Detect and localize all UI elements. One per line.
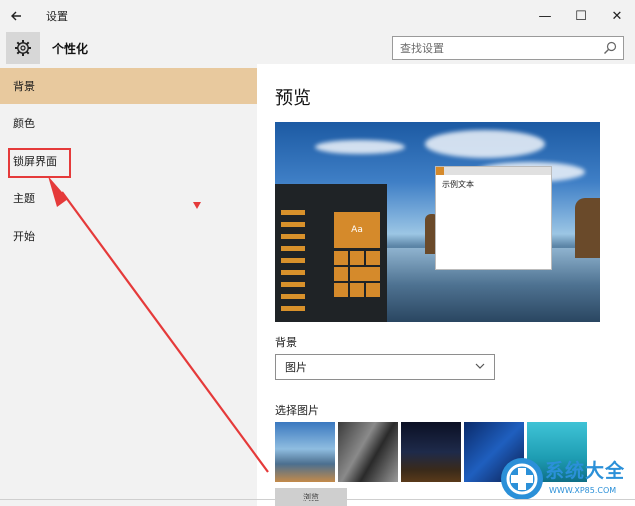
choose-picture-label: 选择图片 (275, 404, 319, 417)
start-line (281, 246, 305, 251)
chevron-down-icon (475, 363, 485, 369)
minimize-button[interactable]: — (527, 0, 563, 32)
preview-tile (350, 283, 364, 297)
sidebar-item-label: 背景 (13, 80, 35, 93)
sidebar-item-label: 主题 (13, 192, 35, 205)
start-line (281, 210, 305, 215)
background-label: 背景 (275, 336, 297, 349)
picture-thumbnail-2[interactable] (338, 422, 398, 482)
sidebar-item-label: 开始 (13, 230, 35, 243)
start-line (281, 234, 305, 239)
annotation-highlight-box (8, 148, 71, 178)
search-input[interactable] (393, 41, 593, 55)
maximize-button[interactable]: ☐ (563, 0, 599, 32)
preview-tile (350, 251, 364, 265)
back-button[interactable] (0, 0, 32, 32)
start-line (281, 294, 305, 299)
preview-sample-window: 示例文本 (435, 166, 552, 270)
preview-tile (334, 267, 348, 281)
cursor-marker-icon (193, 202, 201, 209)
preview-window-bar (436, 167, 551, 175)
settings-header: 个性化 (0, 32, 635, 64)
sidebar-item-themes[interactable]: 主题 (0, 180, 257, 216)
search-box[interactable] (392, 36, 624, 60)
sidebar-item-label: 颜色 (13, 117, 35, 130)
picture-thumbnail-1[interactable] (275, 422, 335, 482)
main-content: 预览 Aa 示例文本 背景 图片 选择图片 浏览 (257, 64, 635, 506)
gear-icon (15, 40, 31, 56)
close-button[interactable]: ✕ (599, 0, 635, 32)
preview-sample-text: 示例文本 (442, 180, 474, 189)
page-title: 个性化 (52, 42, 89, 56)
picture-thumbnail-3[interactable] (401, 422, 461, 482)
sidebar-item-colors[interactable]: 颜色 (0, 105, 257, 141)
watermark-globe-icon (501, 458, 543, 500)
watermark-url: WWW.XP85.COM (549, 486, 617, 495)
sidebar: 背景 颜色 锁屏界面 主题 开始 (0, 64, 257, 506)
preview-tile (334, 283, 348, 297)
watermark-text: 系统大全 (545, 460, 626, 482)
preview-image: Aa 示例文本 (275, 122, 600, 322)
preview-window-accent (436, 167, 444, 175)
start-line (281, 306, 305, 311)
preview-cloud (315, 140, 405, 154)
browse-button[interactable]: 浏览 (275, 488, 347, 506)
sidebar-item-start[interactable]: 开始 (0, 218, 257, 254)
back-arrow-icon (11, 11, 21, 21)
preview-start-menu: Aa (275, 184, 387, 322)
preview-tile-large: Aa (334, 212, 380, 248)
preview-tile (350, 267, 380, 281)
background-select[interactable]: 图片 (275, 354, 495, 380)
bottom-divider (0, 499, 635, 500)
start-line (281, 282, 305, 287)
preview-tile (366, 283, 380, 297)
search-icon[interactable] (603, 41, 617, 55)
watermark-logo: 系统大全 WWW.XP85.COM (497, 452, 635, 506)
start-line (281, 270, 305, 275)
background-select-value: 图片 (285, 361, 307, 374)
preview-rock (575, 198, 600, 258)
start-line (281, 258, 305, 263)
preview-cloud (425, 130, 545, 158)
preview-tile (366, 251, 380, 265)
app-title: 设置 (46, 10, 68, 23)
preview-tile (334, 251, 348, 265)
sidebar-item-background[interactable]: 背景 (0, 68, 257, 104)
title-bar: 设置 — ☐ ✕ (0, 0, 635, 32)
window-controls: — ☐ ✕ (527, 0, 635, 32)
preview-heading: 预览 (275, 88, 311, 109)
start-line (281, 222, 305, 227)
gear-icon-box (6, 32, 40, 64)
